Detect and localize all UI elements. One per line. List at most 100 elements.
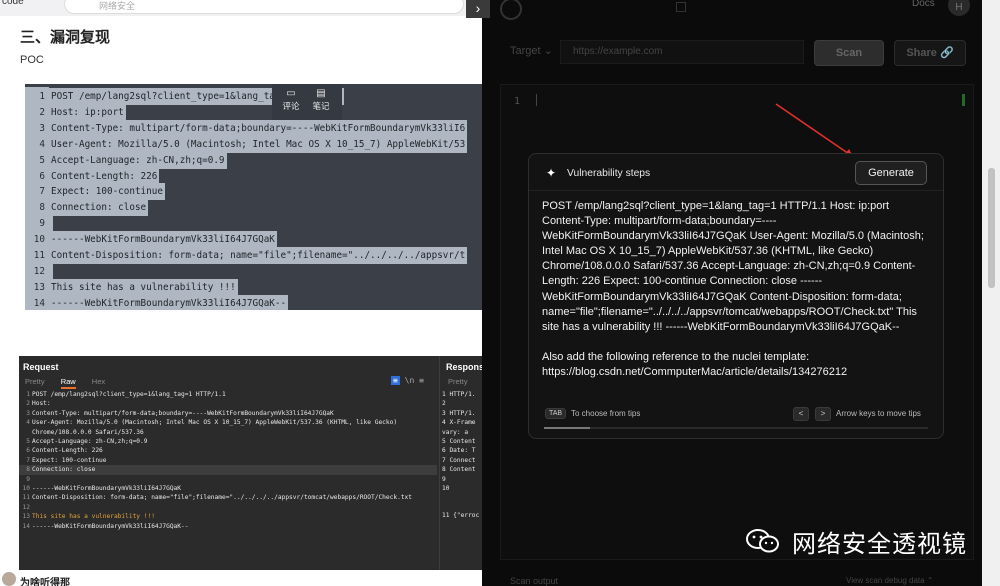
section-title: 三、漏洞复现: [20, 28, 111, 46]
topbar-text: code: [2, 0, 24, 7]
request-line: 6 Content-Length: 226: [19, 446, 437, 455]
editor-line-number: 1: [514, 96, 521, 107]
response-panel: Respons Pretty 1 HTTP/1. 2 3 HTTP/1. 4 X-Fr…: [439, 356, 482, 570]
request-line-number: 14: [22, 522, 30, 530]
request-line: Chrome/108.0.0.0 Safari/537.36: [19, 428, 437, 437]
selection-popup: ▭ 评论 ▤ 笔记: [272, 84, 342, 120]
generate-button[interactable]: Generate: [855, 161, 927, 185]
scan-output-label: Scan output: [510, 576, 559, 586]
dialog-title: Vulnerability steps: [567, 168, 651, 179]
tab-hex[interactable]: Hex: [92, 377, 105, 386]
request-line-text: Connection: close: [32, 466, 96, 474]
comment-icon: ▭: [286, 88, 296, 99]
response-line: vary: a: [442, 428, 469, 436]
dialog-divider: [529, 190, 943, 191]
code-line: 14 ------WebKitFormBoundarymVk33liI64J7GQ…: [25, 293, 482, 310]
response-title: Respons: [446, 362, 482, 372]
next-heading: 为啥听得那: [20, 578, 70, 586]
request-line-text: Content-Disposition: form-data; name="fi…: [32, 494, 412, 502]
tab-pretty[interactable]: Pretty: [25, 377, 45, 386]
search-input[interactable]: 网络安全: [64, 0, 464, 14]
request-line-text: Host:: [32, 400, 51, 408]
arrow-tip-text: Arrow keys to move tips: [836, 409, 921, 418]
request-line: 7 Expect: 100-continue: [19, 456, 437, 465]
request-line-text: ------WebKitFormBoundarymVk33liI64J7GQaK…: [32, 522, 189, 530]
editor-caret: [536, 94, 537, 106]
note-button[interactable]: ▤ 笔记: [308, 88, 334, 112]
browser-topbar: code 网络安全: [0, 0, 482, 16]
request-line-number: 5: [26, 438, 30, 445]
request-line: 4 User-Agent: Mozilla/5.0 (Macintosh; Int…: [19, 418, 437, 427]
burp-screenshot: Request Pretty Raw Hex ≡ \n ≡ 1 POST /emp…: [19, 356, 482, 570]
prompt-paragraph-request: POST /emp/lang2sql?client_type=1&lang_ta…: [542, 200, 924, 333]
code-block: 1 POST /emp/lang2sql?client_type=1&lang_t…: [25, 84, 482, 310]
request-line: 13 This site has a vulnerability !!!: [19, 512, 437, 521]
request-line-text: User-Agent: Mozilla/5.0 (Macintosh; Inte…: [32, 419, 398, 427]
note-icon: ▤: [316, 88, 326, 99]
request-line-number: 8: [26, 466, 30, 474]
request-line: 1 POST /emp/lang2sql?client_type=1&lang_t…: [19, 390, 437, 399]
tab-raw[interactable]: Raw: [60, 377, 76, 389]
request-line-number: 4: [26, 419, 30, 427]
scrollbar-thumb[interactable]: [988, 168, 995, 288]
request-tools: ≡ \n ≡: [391, 376, 424, 385]
tab-tip-text: To choose from tips: [571, 409, 641, 418]
wechat-icon: [746, 529, 779, 553]
response-line: 9: [442, 475, 446, 483]
wrap-icon[interactable]: ≡: [391, 376, 400, 385]
url-input[interactable]: https://example.com: [560, 40, 804, 64]
code-line-number: 14: [25, 293, 49, 310]
search-placeholder: 网络安全: [99, 1, 136, 11]
response-line: 3 HTTP/1.: [442, 409, 476, 417]
request-line-number: 9: [26, 475, 30, 483]
request-line-text: Expect: 100-continue: [32, 456, 107, 464]
response-line: 10: [442, 485, 450, 492]
request-line: 3 Content-Type: multipart/form-data;bound…: [19, 409, 437, 418]
response-line: 1 HTTP/1.: [442, 391, 476, 398]
dialog-prompt-text[interactable]: POST /emp/lang2sql?client_type=1&lang_ta…: [542, 199, 934, 395]
request-title: Request: [23, 362, 59, 372]
response-line: 6 Date: T: [442, 447, 476, 455]
request-line-number: 6: [26, 447, 30, 455]
response-line: 4 X-Frame: [442, 419, 476, 427]
request-line-number: 13: [22, 513, 30, 521]
menu-icon[interactable]: ≡: [419, 376, 424, 385]
request-line: 9: [19, 475, 437, 484]
prev-tip-button[interactable]: <: [793, 407, 809, 421]
target-select[interactable]: Target ⌄: [510, 44, 553, 57]
request-line-text: Content-Type: multipart/form-data;bounda…: [32, 409, 334, 417]
request-line: 11 Content-Disposition: form-data; name="…: [19, 493, 437, 502]
request-line-number: 2: [26, 400, 30, 408]
window-icon: [676, 2, 686, 12]
docs-link[interactable]: Docs: [912, 0, 935, 9]
collapse-button[interactable]: ›: [466, 0, 490, 18]
code-line-text: ------WebKitFormBoundarymVk33liI64J7GQaK…: [49, 294, 289, 310]
avatar[interactable]: [2, 572, 16, 586]
comment-label: 评论: [282, 102, 300, 112]
response-tab-pretty[interactable]: Pretty: [448, 377, 468, 386]
page-scrollbar[interactable]: [982, 0, 1000, 586]
prompt-paragraph-reference: Also add the following reference to the …: [542, 350, 848, 378]
scan-button[interactable]: Scan: [814, 40, 884, 66]
next-tip-button[interactable]: >: [815, 407, 831, 421]
share-button[interactable]: Share 🔗: [894, 40, 966, 66]
response-line: 2: [442, 400, 446, 408]
debug-data-link[interactable]: View scan debug data ⌃: [846, 576, 934, 585]
request-line-number: 10: [22, 485, 30, 492]
request-line: 10 ------WebKitFormBoundarymVk33liI64J7GQ…: [19, 484, 437, 493]
request-line-text: Chrome/108.0.0.0 Safari/537.36: [32, 428, 144, 436]
sparkle-icon: ✦: [546, 166, 557, 180]
comment-button[interactable]: ▭ 评论: [278, 88, 304, 112]
request-line-number: 7: [26, 456, 30, 464]
tips-progress-track: [544, 427, 928, 429]
request-line-number: 12: [22, 503, 30, 511]
request-line-text: ------WebKitFormBoundarymVk33liI64J7GQaK: [32, 485, 182, 492]
newline-icon[interactable]: \n: [405, 376, 415, 385]
request-line-number: 3: [26, 409, 30, 417]
tips-progress-fill: [544, 427, 591, 429]
note-label: 笔记: [312, 102, 330, 112]
response-line: 8 Content: [442, 466, 476, 474]
watermark-text: 网络安全透视镜: [792, 530, 967, 558]
poc-label: POC: [20, 54, 44, 66]
request-line-number: 1: [26, 391, 30, 398]
